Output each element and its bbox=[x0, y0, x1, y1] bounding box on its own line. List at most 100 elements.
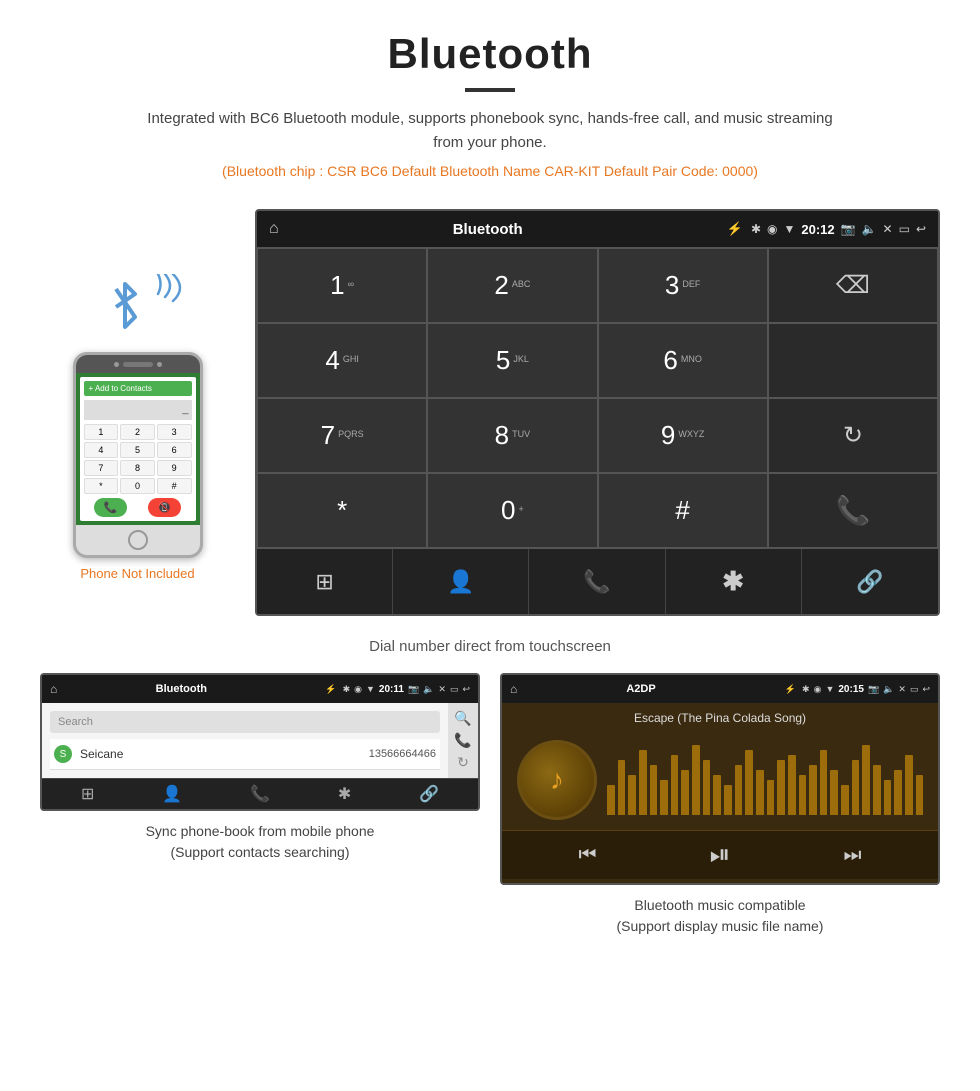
dial-key-2[interactable]: 2ABC bbox=[427, 248, 597, 323]
phone-key-3[interactable]: 3 bbox=[157, 424, 192, 440]
dial-key-3[interactable]: 3DEF bbox=[598, 248, 768, 323]
phone-action-icon: 📞 bbox=[583, 569, 610, 595]
phone-key-0[interactable]: 0 bbox=[120, 478, 155, 494]
main-screen-title: Bluetooth bbox=[257, 221, 719, 238]
mu-back-icon[interactable]: ↩ bbox=[922, 684, 930, 695]
viz-bar bbox=[788, 755, 796, 815]
bottom-actions-bar: ⊞ 👤 📞 ✱ 🔗 bbox=[257, 548, 938, 614]
dial-cell-backspace[interactable]: ⌫ bbox=[768, 248, 938, 323]
phone-speaker bbox=[123, 362, 153, 367]
dial-key-0[interactable]: 0+ bbox=[427, 473, 597, 548]
wifi-icon: ▼ bbox=[783, 222, 795, 236]
viz-bar bbox=[873, 765, 881, 815]
phone-end-btn[interactable]: 📵 bbox=[148, 498, 182, 517]
action-contacts[interactable]: 👤 bbox=[393, 549, 529, 614]
dial-cell-reload[interactable]: ↻ bbox=[768, 398, 938, 473]
dial-key-hash[interactable]: # bbox=[598, 473, 768, 548]
phonebook-block: ⌂ Bluetooth ⚡ ✱ ◉ ▼ 20:11 📷 🔈 ✕ ▭ ↩ bbox=[40, 673, 480, 937]
pb-nav-bt[interactable]: ✱ bbox=[338, 784, 351, 804]
page-title: Bluetooth bbox=[20, 30, 960, 78]
action-grid[interactable]: ⊞ bbox=[257, 549, 393, 614]
phone-call-btn[interactable]: 📞 bbox=[94, 498, 128, 517]
pb-cam-icon: 📷 bbox=[408, 684, 419, 695]
bluetooth-info: (Bluetooth chip : CSR BC6 Default Blueto… bbox=[20, 163, 960, 179]
phone-key-hash[interactable]: # bbox=[157, 478, 192, 494]
phone-dot bbox=[114, 362, 119, 367]
dial-cell-call[interactable]: 📞 bbox=[768, 473, 938, 548]
viz-bar bbox=[628, 775, 636, 815]
phone-home-button[interactable] bbox=[128, 530, 148, 550]
pb-back-icon[interactable]: ↩ bbox=[462, 684, 470, 695]
page-subtitle: Integrated with BC6 Bluetooth module, su… bbox=[140, 107, 840, 155]
pb-nav-grid[interactable]: ⊞ bbox=[81, 784, 94, 804]
main-caption: Dial number direct from touchscreen bbox=[0, 638, 980, 655]
phonebook-caption: Sync phone-book from mobile phone (Suppo… bbox=[146, 821, 375, 863]
viz-bar bbox=[713, 775, 721, 815]
phone-top-bar bbox=[76, 355, 200, 373]
reload-right-icon[interactable]: ↻ bbox=[457, 754, 469, 771]
page-header: Bluetooth Integrated with BC6 Bluetooth … bbox=[0, 0, 980, 199]
prev-track-button[interactable]: ⏮ bbox=[579, 844, 597, 867]
dial-key-9[interactable]: 9WXYZ bbox=[598, 398, 768, 473]
contact-name: Seicane bbox=[80, 747, 369, 761]
viz-bar bbox=[767, 780, 775, 815]
dial-key-8[interactable]: 8TUV bbox=[427, 398, 597, 473]
music-screen-title: A2DP bbox=[503, 683, 779, 695]
search-bar[interactable]: Search bbox=[50, 711, 440, 733]
pb-win-icon: ▭ bbox=[450, 684, 459, 695]
main-statusbar: ⌂ Bluetooth ⚡ ✱ ◉ ▼ 20:12 📷 🔈 ✕ ▭ ↩ bbox=[257, 211, 938, 247]
pb-vol-icon: 🔈 bbox=[423, 684, 434, 695]
pb-nav-link[interactable]: 🔗 bbox=[419, 784, 439, 804]
backspace-icon: ⌫ bbox=[836, 271, 870, 300]
dial-key-7[interactable]: 7PQRS bbox=[257, 398, 427, 473]
music-note-icon: ♪ bbox=[550, 764, 564, 796]
action-bluetooth[interactable]: ✱ bbox=[666, 549, 802, 614]
viz-bar bbox=[862, 745, 870, 815]
dial-key-4[interactable]: 4GHI bbox=[257, 323, 427, 398]
search-right-icon[interactable]: 🔍 bbox=[454, 710, 471, 727]
pb-nav-phone[interactable]: 📞 bbox=[250, 784, 270, 804]
dial-key-1[interactable]: 1∞ bbox=[257, 248, 427, 323]
phone-screen-inner: + Add to Contacts _ 1 2 3 4 5 6 7 8 9 * … bbox=[80, 377, 196, 521]
phone-key-6[interactable]: 6 bbox=[157, 442, 192, 458]
close-icon[interactable]: ✕ bbox=[883, 222, 893, 236]
dial-grid: 1∞ 2ABC 3DEF ⌫ 4GHI 5JKL 6MNO bbox=[257, 247, 938, 548]
phone-number-display: _ bbox=[84, 400, 192, 420]
album-art: ♪ bbox=[517, 740, 597, 820]
phone-key-1[interactable]: 1 bbox=[84, 424, 119, 440]
phone-key-5[interactable]: 5 bbox=[120, 442, 155, 458]
next-track-button[interactable]: ⏭ bbox=[843, 844, 861, 867]
main-screen: ⌂ Bluetooth ⚡ ✱ ◉ ▼ 20:12 📷 🔈 ✕ ▭ ↩ 1∞ 2 bbox=[255, 209, 940, 616]
viz-bar bbox=[777, 760, 785, 815]
viz-bar bbox=[809, 765, 817, 815]
music-visualizer bbox=[607, 745, 923, 815]
pb-nav-person[interactable]: 👤 bbox=[162, 784, 182, 804]
mu-vol-icon: 🔈 bbox=[883, 684, 894, 695]
viz-bar bbox=[735, 765, 743, 815]
phone-key-8[interactable]: 8 bbox=[120, 460, 155, 476]
dial-key-6[interactable]: 6MNO bbox=[598, 323, 768, 398]
dial-key-star[interactable]: * bbox=[257, 473, 427, 548]
viz-bar bbox=[916, 775, 923, 815]
pb-close-icon[interactable]: ✕ bbox=[438, 684, 446, 695]
phone-not-included-label: Phone Not Included bbox=[80, 566, 194, 581]
action-phone[interactable]: 📞 bbox=[529, 549, 665, 614]
back-icon[interactable]: ↩ bbox=[916, 222, 926, 236]
phone-right-icon[interactable]: 📞 bbox=[454, 732, 471, 749]
mu-bt-icon: ✱ bbox=[802, 684, 810, 695]
phone-key-4[interactable]: 4 bbox=[84, 442, 119, 458]
action-link[interactable]: 🔗 bbox=[802, 549, 938, 614]
dial-key-5[interactable]: 5JKL bbox=[427, 323, 597, 398]
phone-key-9[interactable]: 9 bbox=[157, 460, 192, 476]
phonebook-screen-title: Bluetooth bbox=[43, 683, 319, 695]
contact-row: S Seicane 13566664466 bbox=[50, 739, 440, 770]
pb-wifi-icon: ▼ bbox=[366, 684, 375, 695]
phonebook-content-area: Search S Seicane 13566664466 🔍 📞 ↻ bbox=[42, 703, 478, 778]
location-icon: ◉ bbox=[767, 222, 777, 236]
phone-key-star[interactable]: * bbox=[84, 478, 119, 494]
phone-key-7[interactable]: 7 bbox=[84, 460, 119, 476]
middle-section: + Add to Contacts _ 1 2 3 4 5 6 7 8 9 * … bbox=[0, 199, 980, 626]
play-pause-button[interactable]: ⏯ bbox=[710, 839, 731, 871]
phone-key-2[interactable]: 2 bbox=[120, 424, 155, 440]
mu-close-icon[interactable]: ✕ bbox=[898, 684, 906, 695]
